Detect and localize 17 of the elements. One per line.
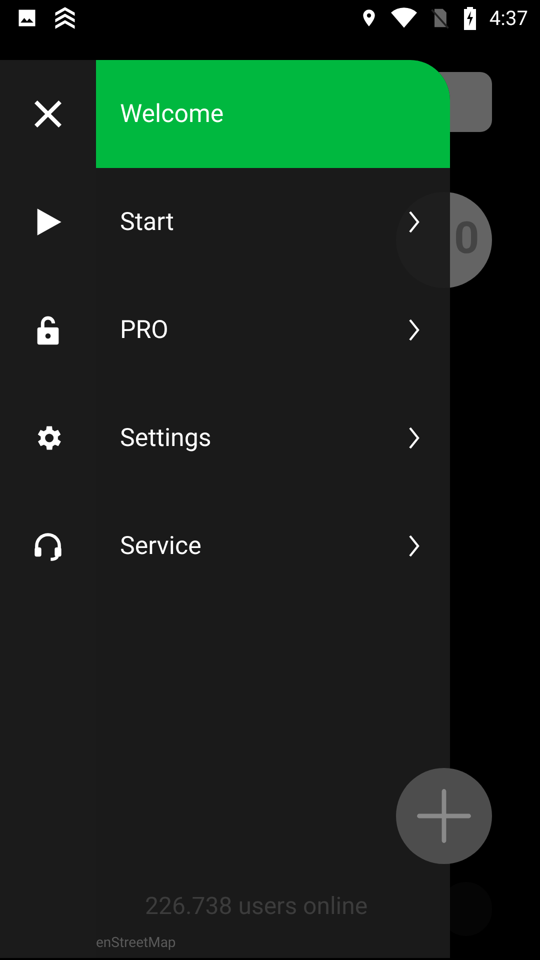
menu-item[interactable]: Service <box>96 492 450 600</box>
image-icon <box>16 7 38 29</box>
chevron-right-icon <box>408 426 420 450</box>
close-icon <box>32 98 64 130</box>
clock-time: 4:37 <box>489 6 528 30</box>
no-sim-icon <box>429 6 452 30</box>
headset-icon <box>32 530 64 562</box>
welcome-header: Welcome <box>96 60 450 168</box>
chevron-right-icon <box>408 210 420 234</box>
chevron-right-icon <box>408 318 420 342</box>
menu-item[interactable]: PRO <box>96 276 450 384</box>
battery-icon <box>463 6 478 30</box>
map-credit-text: enStreetMap <box>96 935 176 951</box>
menu-item[interactable]: Settings <box>96 384 450 492</box>
wifi-icon <box>391 7 418 29</box>
menu-item[interactable]: Start <box>96 168 450 276</box>
chevron-right-icon <box>408 534 420 558</box>
